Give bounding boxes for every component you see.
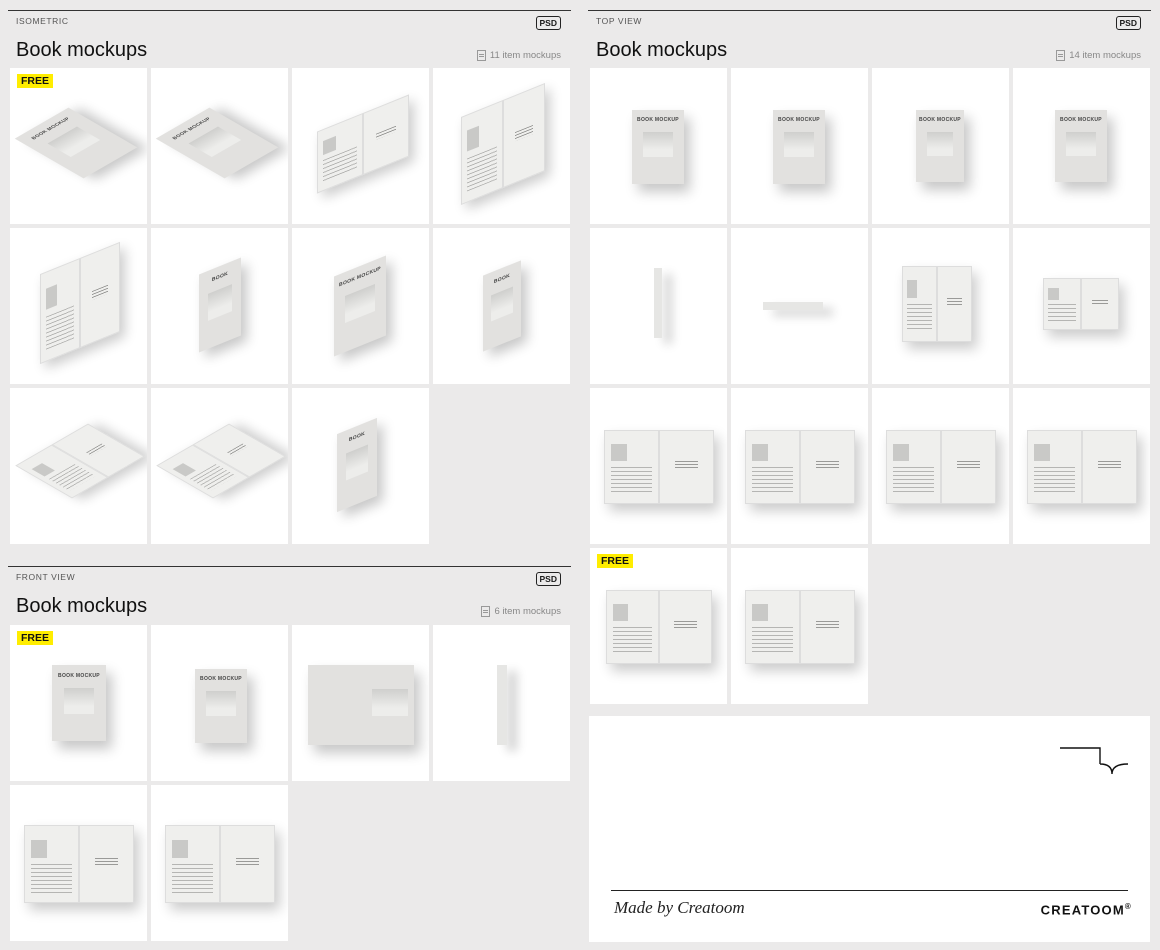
book-image: BOOK MOCKUP	[1055, 110, 1107, 182]
mockup-thumbnail[interactable]	[292, 625, 429, 781]
section-divider	[8, 10, 571, 11]
mockup-thumbnail[interactable]	[10, 388, 147, 544]
document-icon	[481, 606, 491, 617]
mockup-thumbnail[interactable]	[10, 228, 147, 384]
mockup-thumbnail[interactable]: BOOK MOCKUP	[872, 68, 1009, 224]
book-image: BOOK	[199, 257, 241, 353]
front-view-section: FRONT VIEW PSD Book mockups 6 item mocku…	[8, 566, 571, 946]
book-spine-image	[763, 302, 823, 310]
psd-format-badge: PSD	[535, 572, 561, 586]
mockup-thumbnail[interactable]	[872, 228, 1009, 384]
mockup-thumbnail[interactable]: BOOK MOCKUP	[731, 68, 868, 224]
section-title: Book mockups	[16, 595, 148, 617]
mockup-thumbnail[interactable]: FREE BOOK MOCKUP	[10, 68, 147, 224]
section-divider	[8, 566, 571, 567]
book-image	[308, 665, 414, 745]
mockup-thumbnail[interactable]	[433, 625, 570, 781]
book-spine-image	[497, 665, 507, 745]
mockup-thumbnail[interactable]	[731, 228, 868, 384]
mockup-thumbnail[interactable]	[151, 388, 288, 544]
mockup-thumbnail[interactable]	[590, 388, 727, 544]
section-label: TOP VIEW	[596, 16, 643, 26]
item-count-label: 6 item mockups	[494, 606, 561, 617]
section-title: Book mockups	[16, 39, 148, 61]
item-count: 6 item mockups	[481, 606, 561, 617]
section-title: Book mockups	[596, 39, 728, 61]
free-badge: FREE	[17, 74, 54, 88]
open-book-image	[24, 825, 134, 903]
book-image: BOOK MOCKUP	[632, 110, 684, 184]
credits-card: Made by Creatoom CREATOOM®	[589, 716, 1150, 942]
mockup-thumbnail[interactable]: BOOK MOCKUP	[151, 68, 288, 224]
open-book-image	[745, 590, 855, 664]
free-badge: FREE	[17, 631, 54, 645]
mockup-thumbnail[interactable]: BOOK MOCKUP	[1013, 68, 1150, 224]
book-image: BOOK MOCKUP	[916, 110, 964, 182]
book-image: BOOK	[337, 417, 377, 513]
book-image: BOOK	[483, 260, 521, 352]
section-label: ISOMETRIC	[16, 16, 69, 26]
document-icon	[476, 50, 486, 61]
psd-format-badge: PSD	[535, 16, 561, 30]
book-image: BOOK MOCKUP	[52, 665, 106, 741]
item-count: 14 item mockups	[1056, 50, 1141, 61]
isometric-section: ISOMETRIC PSD Book mockups 11 item mocku…	[8, 10, 571, 550]
mockup-thumbnail[interactable]	[1013, 228, 1150, 384]
mockup-thumbnail[interactable]	[10, 785, 147, 941]
open-book-image	[886, 430, 996, 504]
item-count-label: 11 item mockups	[489, 50, 561, 61]
open-book-image	[606, 590, 712, 664]
open-book-image	[1043, 278, 1119, 330]
credits-divider	[611, 890, 1128, 891]
open-book-image	[604, 430, 714, 504]
open-book-image	[745, 430, 855, 504]
open-book-image	[902, 266, 972, 342]
open-book-image	[15, 423, 145, 499]
mockup-thumbnail[interactable]	[433, 68, 570, 224]
book-image: BOOK MOCKUP	[773, 110, 825, 184]
open-book-image	[1027, 430, 1137, 504]
item-count: 11 item mockups	[476, 50, 561, 61]
section-label: FRONT VIEW	[16, 572, 76, 582]
mockup-thumbnail[interactable]	[292, 68, 429, 224]
brand-logo: CREATOOM®	[1041, 902, 1132, 917]
free-badge: FREE	[597, 554, 634, 568]
book-image: BOOK MOCKUP	[195, 669, 247, 743]
psd-format-badge: PSD	[1115, 16, 1141, 30]
mockup-thumbnail[interactable]: BOOK	[151, 228, 288, 384]
mockup-thumbnail[interactable]: BOOK	[433, 228, 570, 384]
open-book-image	[40, 241, 120, 365]
book-spine-image	[654, 268, 662, 338]
made-by-text: Made by Creatoom	[614, 898, 745, 917]
mockup-thumbnail[interactable]	[1013, 388, 1150, 544]
open-book-image	[317, 94, 409, 194]
document-icon	[1056, 50, 1066, 61]
book-image: BOOK MOCKUP	[334, 255, 386, 357]
mockup-thumbnail[interactable]: BOOK	[292, 388, 429, 544]
creatoom-mark-icon	[1060, 747, 1129, 775]
mockup-thumbnail[interactable]	[731, 388, 868, 544]
item-count-label: 14 item mockups	[1069, 50, 1141, 61]
mockup-thumbnail[interactable]: BOOK MOCKUP	[292, 228, 429, 384]
mockup-thumbnail[interactable]	[151, 785, 288, 941]
top-view-section: TOP VIEW PSD Book mockups 14 item mockup…	[588, 10, 1151, 710]
registered-mark: ®	[1124, 902, 1132, 911]
book-image: BOOK MOCKUP	[14, 107, 138, 179]
mockup-thumbnail[interactable]	[872, 388, 1009, 544]
mockup-thumbnail[interactable]	[590, 228, 727, 384]
mockup-thumbnail[interactable]: BOOK MOCKUP	[590, 68, 727, 224]
mockup-thumbnail[interactable]: FREE	[590, 548, 727, 704]
mockup-thumbnail[interactable]	[731, 548, 868, 704]
mockup-thumbnail[interactable]: BOOK MOCKUP	[151, 625, 288, 781]
open-book-image	[461, 83, 545, 205]
mockup-thumbnail[interactable]: FREE BOOK MOCKUP	[10, 625, 147, 781]
open-book-image	[165, 825, 275, 903]
open-book-image	[156, 423, 286, 499]
section-divider	[588, 10, 1151, 11]
book-image: BOOK MOCKUP	[155, 107, 279, 179]
brand-name: CREATOOM	[1040, 902, 1125, 918]
